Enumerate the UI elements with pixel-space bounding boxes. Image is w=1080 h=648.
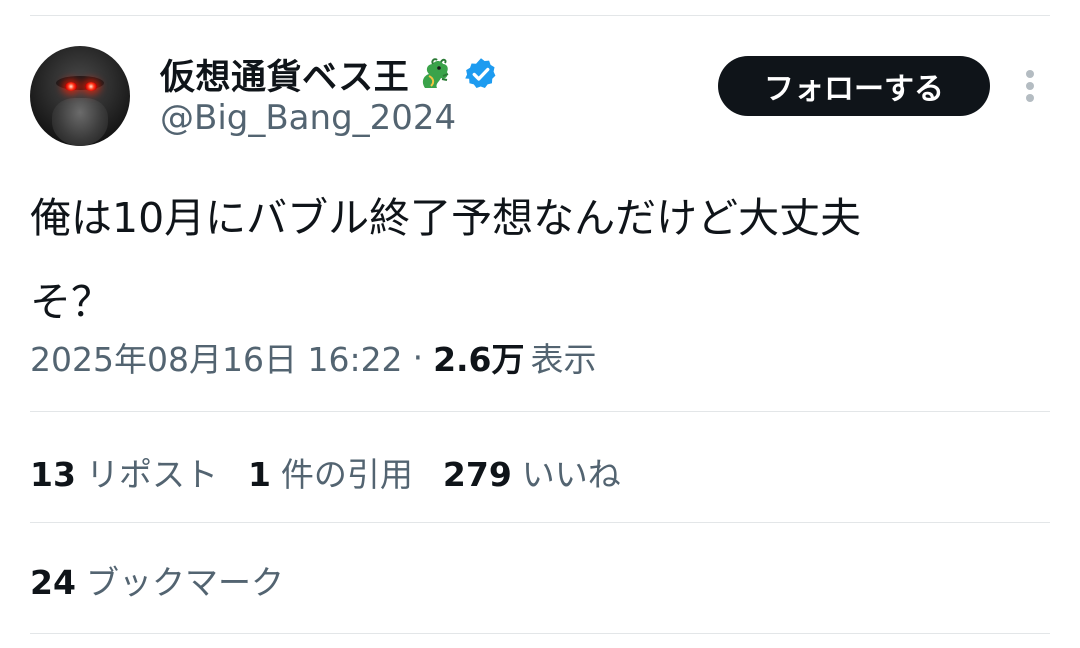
reposts-count: 13 — [30, 455, 76, 494]
user-handle[interactable]: @Big_Bang_2024 — [160, 98, 456, 138]
reposts-label: リポスト — [85, 455, 218, 494]
avatar-eye-left — [65, 82, 77, 91]
display-name-row[interactable]: 仮想通貨ベス王 — [160, 50, 499, 98]
views-count: 2.6万 — [433, 340, 525, 379]
avatar-brow — [56, 76, 104, 90]
top-divider — [30, 15, 1050, 16]
bookmarks-stat[interactable]: 24 ブックマーク — [30, 556, 284, 608]
tweet-detail: 仮想通貨ベス王 @Big_Bang_2024 フォローする 俺は10月にバブル終… — [0, 0, 1080, 648]
more-dot — [1026, 94, 1034, 102]
avatar-beard — [52, 98, 108, 146]
avatar[interactable] — [30, 46, 130, 146]
more-dot — [1026, 82, 1034, 90]
timestamp[interactable]: 2025年08月16日 16:22 — [30, 333, 403, 381]
quotes-count: 1 — [247, 455, 271, 494]
tweet-text: 俺は10月にバブル終了予想なんだけど大丈夫 そ？ — [30, 194, 862, 326]
follow-button[interactable]: フォローする — [718, 56, 990, 116]
bookmarks-count: 24 — [30, 563, 76, 602]
engagement-stats: 13 リポスト 1 件の引用 279 いいね — [30, 446, 651, 498]
likes-label: いいね — [521, 455, 621, 494]
verified-badge-icon — [465, 58, 496, 88]
quotes-stat[interactable]: 1 件の引用 — [248, 448, 413, 496]
avatar-eye-right — [85, 82, 97, 91]
tweet-meta: 2025年08月16日 16:22 · 2.6万 表示 — [30, 332, 597, 382]
divider — [30, 411, 1050, 412]
bookmarks-label: ブックマーク — [85, 563, 284, 602]
quotes-label: 件の引用 — [280, 455, 413, 494]
likes-stat[interactable]: 279 いいね — [443, 448, 621, 496]
views-label: 表示 — [530, 340, 597, 379]
more-options-icon[interactable] — [1018, 66, 1042, 106]
reposts-stat[interactable]: 13 リポスト — [30, 448, 218, 496]
likes-count: 279 — [442, 455, 512, 494]
divider — [30, 633, 1050, 634]
divider — [30, 522, 1050, 523]
more-dot — [1026, 70, 1034, 78]
dragon-emoji-icon — [423, 58, 449, 88]
meta-separator: · — [412, 337, 424, 377]
display-name[interactable]: 仮想通貨ベス王 — [160, 49, 409, 100]
